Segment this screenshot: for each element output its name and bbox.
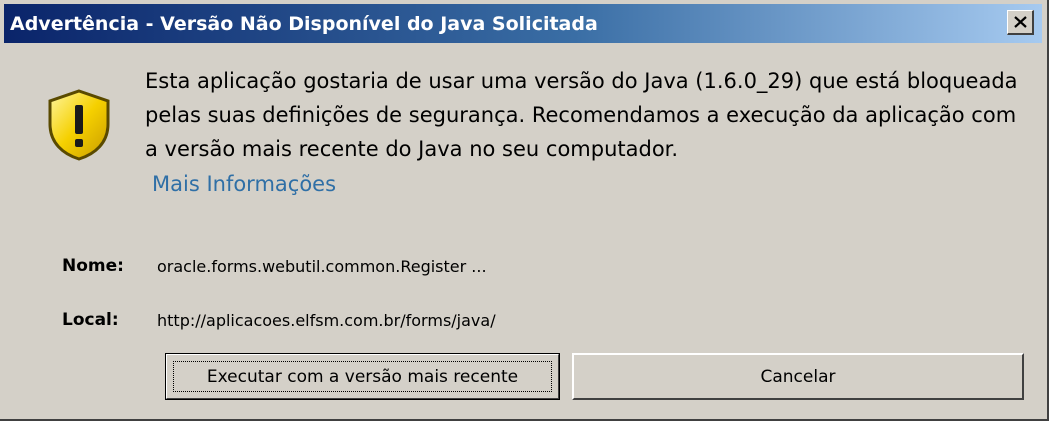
more-info-link[interactable]: Mais Informações (152, 172, 336, 196)
warning-shield-icon (48, 89, 110, 161)
window-title: Advertência - Versão Não Disponível do J… (10, 13, 598, 35)
run-latest-button[interactable]: Executar com a versão mais recente (165, 353, 560, 400)
cancel-label: Cancelar (760, 366, 836, 387)
name-label: Nome: (62, 256, 124, 276)
close-icon (1014, 16, 1027, 28)
location-value: http://aplicacoes.elfsm.com.br/forms/jav… (157, 311, 496, 330)
title-bar[interactable]: Advertência - Versão Não Disponível do J… (4, 4, 1042, 43)
cancel-button[interactable]: Cancelar (572, 353, 1024, 400)
warning-message: Esta aplicação gostaria de usar uma vers… (145, 69, 1018, 161)
close-button[interactable] (1007, 10, 1034, 35)
run-latest-label: Executar com a versão mais recente (206, 366, 519, 387)
name-value: oracle.forms.webutil.common.Register ... (157, 257, 487, 276)
dialog-window: Advertência - Versão Não Disponível do J… (0, 0, 1049, 421)
location-label: Local: (62, 310, 119, 330)
